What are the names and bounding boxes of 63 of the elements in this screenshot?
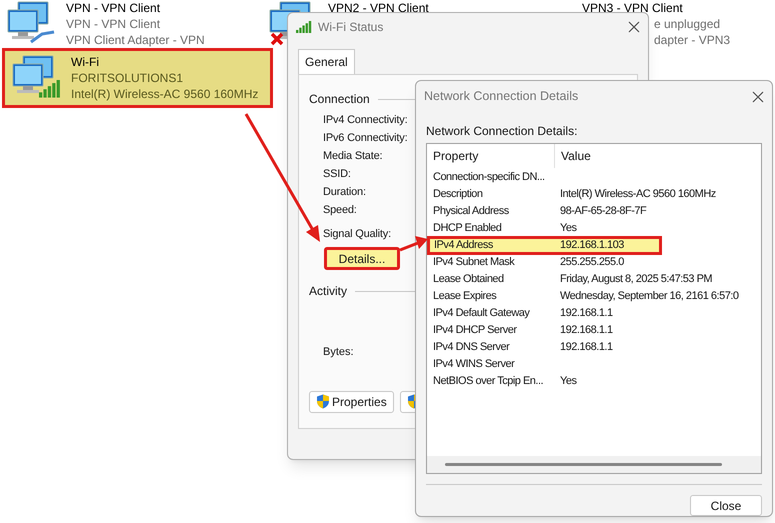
field-label: Speed: xyxy=(323,203,357,218)
group-title: Connection xyxy=(309,91,370,108)
item-status: e unplugged xyxy=(654,17,720,31)
property-cell-text: IPv4 Subnet Mask xyxy=(432,255,516,270)
value-cell-text: 98-AF-65-28-8F-7F xyxy=(559,204,646,220)
cable-plug-icon xyxy=(30,30,56,44)
property-cell-text: Lease Expires xyxy=(432,289,498,304)
list-caption: Network Connection Details: xyxy=(425,123,578,140)
item-name: VPN2 - VPN Client xyxy=(328,0,429,16)
column-header[interactable]: Property xyxy=(427,144,555,168)
field-label: IPv6 Connectivity: xyxy=(323,131,408,146)
selected-network-item[interactable]: Wi-Fi FORITSOLUTIONS1 Intel(R) Wireless-AC 9560 160MHz xyxy=(2,48,274,108)
item-name: VPN - VPN Client xyxy=(66,0,160,16)
tab[interactable]: General xyxy=(298,49,355,74)
property-cell-text: Description xyxy=(432,187,484,202)
value-cell-text: 192.168.1.1 xyxy=(559,340,613,356)
property-cell-text: IPv4 Default Gateway xyxy=(432,306,531,322)
close-icon[interactable] xyxy=(628,21,640,33)
field-label: Media State: xyxy=(323,149,382,164)
field-label: IPv4 Connectivity: xyxy=(323,113,408,128)
window-title: Network Connection Details xyxy=(424,88,580,106)
item-adapter: VPN Client Adapter - VPN xyxy=(66,33,205,47)
close-button[interactable]: Close xyxy=(690,495,762,516)
item-status: VPN - VPN Client xyxy=(66,17,160,31)
group-title: Activity xyxy=(309,283,348,300)
close-icon[interactable] xyxy=(752,90,764,103)
value-cell-text: 192.168.1.103 xyxy=(559,238,624,254)
value-cell-text: Yes xyxy=(559,221,576,236)
value-cell-text: Intel(R) Wireless-AC 9560 160MHz xyxy=(559,187,716,202)
value-cell-text: Wednesday, September 16, 2161 6:57:0 xyxy=(559,289,739,304)
item-status: FORITSOLUTIONS1 xyxy=(71,71,184,85)
item-name: VPN3 - VPN Client xyxy=(582,0,683,16)
signal-bars-icon xyxy=(39,80,61,98)
horizontal-scrollbar[interactable] xyxy=(427,456,761,474)
value-cell-text: Friday, August 8, 2025 5:47:53 PM xyxy=(559,272,712,288)
item-name: Wi-Fi xyxy=(71,54,99,70)
property-cell-text: IPv4 DNS Server xyxy=(432,340,511,356)
field-label: SSID: xyxy=(323,167,351,182)
shield-icon xyxy=(316,394,330,409)
properties-button[interactable]: Properties xyxy=(309,390,394,412)
property-cell-text: DHCP Enabled xyxy=(432,221,502,236)
details-button[interactable]: Details... xyxy=(324,247,400,270)
signal-bars-icon xyxy=(296,20,312,34)
field-label: Bytes: xyxy=(323,346,354,358)
property-cell-text: Connection-specific DN... xyxy=(432,170,546,186)
property-cell-text: IPv4 Address xyxy=(433,238,494,254)
field-label: Signal Quality: xyxy=(323,227,391,242)
item-adapter: Intel(R) Wireless-AC 9560 160MHz xyxy=(71,87,258,101)
property-cell-text: NetBIOS over Tcpip En... xyxy=(432,374,544,390)
field-label: Duration: xyxy=(323,185,366,200)
property-cell-text: IPv4 WINS Server xyxy=(432,357,516,372)
value-cell-text: 192.168.1.1 xyxy=(559,306,613,322)
value-cell-text: 255.255.255.0 xyxy=(559,255,624,270)
value-cell-text: Yes xyxy=(559,374,576,390)
window-title: Wi-Fi Status xyxy=(318,19,384,36)
property-cell-text: Lease Obtained xyxy=(432,272,505,288)
value-cell-text: 192.168.1.1 xyxy=(559,323,613,338)
column-header[interactable]: Value xyxy=(555,147,591,166)
property-cell-text: IPv4 DHCP Server xyxy=(432,323,518,338)
annotation-arrow xyxy=(399,236,428,252)
item-adapter: dapter - VPN3 xyxy=(654,33,730,47)
selected-row[interactable]: IPv4 Address 192.168.1.103 xyxy=(427,236,662,256)
property-cell-text: Physical Address xyxy=(432,204,510,220)
